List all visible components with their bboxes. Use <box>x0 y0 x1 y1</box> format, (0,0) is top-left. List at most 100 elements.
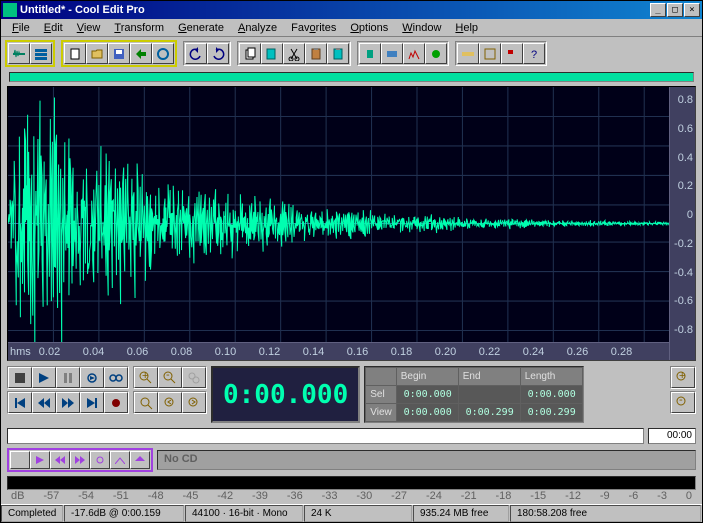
maximize-button[interactable]: □ <box>667 3 683 17</box>
cd-next-button[interactable] <box>70 451 90 469</box>
convert-button[interactable] <box>130 43 152 64</box>
mix-paste-button[interactable] <box>327 43 349 64</box>
view-length[interactable]: 0:00.299 <box>520 404 582 422</box>
waveform-area: hms 0.02 0.04 0.06 0.08 0.10 0.12 0.14 0… <box>7 86 696 361</box>
waveform-canvas[interactable]: hms 0.02 0.04 0.06 0.08 0.10 0.12 0.14 0… <box>8 87 669 360</box>
status-time-free: 180:58.208 free <box>510 505 701 522</box>
cd-prev-button[interactable] <box>50 451 70 469</box>
zoom-row-1: + - <box>133 366 207 389</box>
zoom-full-button[interactable] <box>182 367 206 388</box>
record-button[interactable] <box>104 392 128 413</box>
zoom-in-button[interactable]: + <box>134 367 158 388</box>
titlebar[interactable]: Untitled* - Cool Edit Pro _ □ × <box>1 1 702 19</box>
settings-button[interactable] <box>381 43 403 64</box>
svg-text:-: - <box>679 396 683 406</box>
db-scale: dB -57-54 -51-48 -45-42 -39-36 -33-30 -2… <box>7 490 696 502</box>
redo-button[interactable] <box>207 43 229 64</box>
status-format: 44100 · 16-bit · Mono <box>185 505 303 522</box>
col-length: Length <box>520 368 582 386</box>
vzoom-out-button[interactable]: - <box>671 392 695 413</box>
play-button[interactable] <box>32 367 56 388</box>
paste-button[interactable] <box>305 43 327 64</box>
app-icon <box>3 3 17 17</box>
rewind-button[interactable] <box>32 392 56 413</box>
cut-button[interactable] <box>283 43 305 64</box>
open-button[interactable] <box>86 43 108 64</box>
view-end[interactable]: 0:00.299 <box>458 404 520 422</box>
ruler-button[interactable] <box>457 43 479 64</box>
zoom-out-button[interactable]: - <box>158 367 182 388</box>
menu-analyze[interactable]: Analyze <box>231 20 284 36</box>
scripts-button[interactable] <box>425 43 447 64</box>
sel-end[interactable] <box>458 386 520 404</box>
menu-favorites[interactable]: Favorites <box>284 20 343 36</box>
svg-text:+: + <box>142 371 148 382</box>
loop-button[interactable] <box>104 367 128 388</box>
status-completed: Completed <box>1 505 63 522</box>
copy-new-button[interactable] <box>261 43 283 64</box>
zoom-left-button[interactable] <box>158 392 182 413</box>
forward-button[interactable] <box>56 392 80 413</box>
vzoom-in-button[interactable]: + <box>671 367 695 388</box>
menu-file[interactable]: File <box>5 20 37 36</box>
play-to-end-button[interactable] <box>80 367 104 388</box>
minimize-button[interactable]: _ <box>650 3 666 17</box>
copy-button[interactable] <box>239 43 261 64</box>
transport-buttons <box>7 366 129 389</box>
cd-extract-button[interactable] <box>110 451 130 469</box>
undo-button[interactable] <box>185 43 207 64</box>
menubar: File Edit View Transform Generate Analyz… <box>1 19 702 37</box>
menu-transform[interactable]: Transform <box>107 20 171 36</box>
time-ruler[interactable]: hms 0.02 0.04 0.06 0.08 0.10 0.12 0.14 0… <box>8 342 669 360</box>
file-group <box>61 40 177 67</box>
menu-options[interactable]: Options <box>343 20 395 36</box>
overview-bar[interactable] <box>9 72 694 82</box>
zoom-right-button[interactable] <box>182 392 206 413</box>
view-begin[interactable]: 0:00.000 <box>396 404 458 422</box>
new-button[interactable] <box>64 43 86 64</box>
level-meter-row: dB -57-54 -51-48 -45-42 -39-36 -33-30 -2… <box>1 474 702 504</box>
cue-button[interactable] <box>501 43 523 64</box>
time-display[interactable]: 0:00.000 <box>211 366 360 423</box>
multitrack-view-button[interactable] <box>30 43 52 64</box>
status-disk: 935.24 MB free <box>413 505 509 522</box>
zoom-row-2 <box>133 391 207 414</box>
organizer-button[interactable] <box>479 43 501 64</box>
help-button[interactable]: ? <box>523 43 545 64</box>
zoom-sel-button[interactable] <box>134 392 158 413</box>
amplitude-ruler[interactable]: 0.8 0.6 0.4 0.2 0 -0.2 -0.4 -0.6 -0.8 <box>669 87 695 360</box>
close-button[interactable]: × <box>684 3 700 17</box>
row-sel-label: Sel <box>366 386 397 404</box>
status-size: 24 K <box>304 505 412 522</box>
pause-button[interactable] <box>56 367 80 388</box>
sel-begin[interactable]: 0:00.000 <box>396 386 458 404</box>
go-end-button[interactable] <box>80 392 104 413</box>
position-time: 00:00 <box>648 428 696 444</box>
spectral-button[interactable] <box>403 43 425 64</box>
cd-eject-button[interactable] <box>130 451 150 469</box>
menu-view[interactable]: View <box>70 20 108 36</box>
menu-help[interactable]: Help <box>448 20 485 36</box>
position-slider[interactable] <box>7 428 644 444</box>
menu-generate[interactable]: Generate <box>171 20 231 36</box>
cd-play-button[interactable] <box>30 451 50 469</box>
mode-group <box>5 40 55 67</box>
cd-controls <box>7 448 153 472</box>
go-start-button[interactable] <box>8 392 32 413</box>
stop-button[interactable] <box>8 367 32 388</box>
menu-window[interactable]: Window <box>395 20 448 36</box>
cd-repeat-button[interactable] <box>90 451 110 469</box>
sel-length[interactable]: 0:00.000 <box>520 386 582 404</box>
trim-button[interactable] <box>359 43 381 64</box>
save-button[interactable] <box>108 43 130 64</box>
titlebar-text: Untitled* - Cool Edit Pro <box>20 4 650 16</box>
tools-group <box>357 41 449 66</box>
toggle-button[interactable] <box>152 43 174 64</box>
menu-edit[interactable]: Edit <box>37 20 70 36</box>
cd-stop-button[interactable] <box>10 451 30 469</box>
level-meter[interactable] <box>7 476 696 490</box>
svg-text:-: - <box>166 371 170 381</box>
row-view-label: View <box>366 404 397 422</box>
statusbar: Completed -17.6dB @ 0:00.159 44100 · 16-… <box>1 504 702 522</box>
waveform-view-button[interactable] <box>8 43 30 64</box>
